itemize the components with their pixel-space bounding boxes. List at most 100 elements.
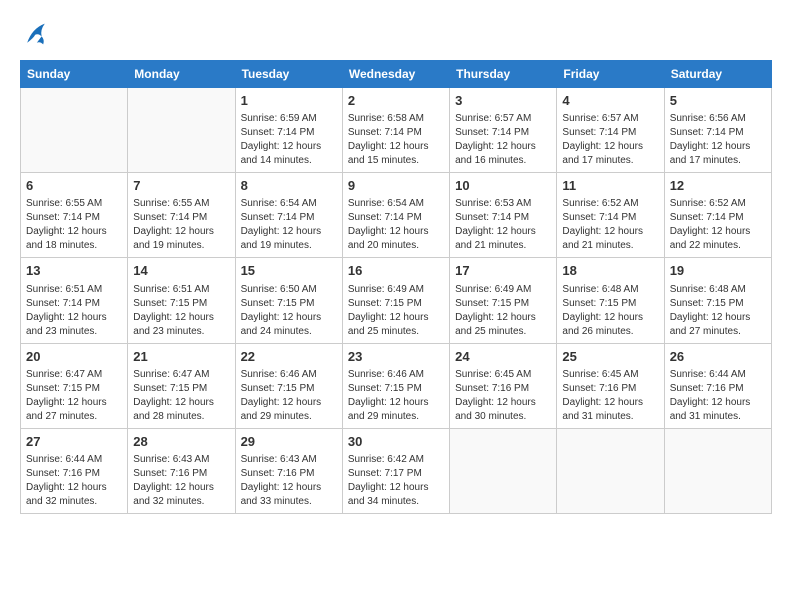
calendar-cell: 30Sunrise: 6:42 AMSunset: 7:17 PMDayligh… [342,428,449,513]
day-info: Sunrise: 6:48 AMSunset: 7:15 PMDaylight:… [670,283,766,339]
day-number: 13 [26,262,122,280]
day-info: Sunrise: 6:43 AMSunset: 7:16 PMDaylight:… [133,453,229,509]
weekday-header-friday: Friday [557,61,664,88]
day-info: Sunrise: 6:52 AMSunset: 7:14 PMDaylight:… [562,197,658,253]
calendar-cell [664,428,771,513]
day-info: Sunrise: 6:52 AMSunset: 7:14 PMDaylight:… [670,197,766,253]
calendar-cell: 18 Sunrise: 6:48 AMSunset: 7:15 PMDayligh… [557,258,664,343]
day-info: Sunrise: 6:59 AMSunset: 7:14 PMDaylight:… [241,112,337,168]
day-number: 21 [133,348,229,366]
day-info: Sunrise: 6:58 AMSunset: 7:14 PMDaylight:… [348,112,444,168]
day-info: Sunrise: 6:47 AMSunset: 7:15 PMDaylight:… [133,368,229,424]
day-number: 29 [241,433,337,451]
logo-bird-icon [24,20,48,48]
day-number: 1 [241,92,337,110]
weekday-header-saturday: Saturday [664,61,771,88]
calendar-cell: 5 Sunrise: 6:56 AMSunset: 7:14 PMDaylight… [664,88,771,173]
day-info: Sunrise: 6:53 AMSunset: 7:14 PMDaylight:… [455,197,551,253]
day-info: Sunrise: 6:49 AMSunset: 7:15 PMDaylight:… [455,283,551,339]
calendar-week-row: 20 Sunrise: 6:47 AMSunset: 7:15 PMDayligh… [21,343,772,428]
day-number: 20 [26,348,122,366]
day-number: 28 [133,433,229,451]
day-info: Sunrise: 6:47 AMSunset: 7:15 PMDaylight:… [26,368,122,424]
day-number: 3 [455,92,551,110]
day-info: Sunrise: 6:45 AMSunset: 7:16 PMDaylight:… [562,368,658,424]
day-number: 22 [241,348,337,366]
calendar-cell: 25Sunrise: 6:45 AMSunset: 7:16 PMDayligh… [557,343,664,428]
day-number: 17 [455,262,551,280]
calendar-cell: 9 Sunrise: 6:54 AMSunset: 7:14 PMDaylight… [342,173,449,258]
day-number: 2 [348,92,444,110]
calendar-cell: 20 Sunrise: 6:47 AMSunset: 7:15 PMDayligh… [21,343,128,428]
weekday-header-thursday: Thursday [450,61,557,88]
day-number: 26 [670,348,766,366]
calendar-cell: 23 Sunrise: 6:46 AMSunset: 7:15 PMDayligh… [342,343,449,428]
day-number: 15 [241,262,337,280]
day-number: 23 [348,348,444,366]
calendar-cell: 17 Sunrise: 6:49 AMSunset: 7:15 PMDayligh… [450,258,557,343]
calendar-cell: 4Sunrise: 6:57 AMSunset: 7:14 PMDaylight… [557,88,664,173]
day-info: Sunrise: 6:54 AMSunset: 7:14 PMDaylight:… [348,197,444,253]
day-number: 16 [348,262,444,280]
calendar-cell: 26 Sunrise: 6:44 AMSunset: 7:16 PMDayligh… [664,343,771,428]
calendar-cell [128,88,235,173]
calendar-week-row: 6 Sunrise: 6:55 AMSunset: 7:14 PMDaylight… [21,173,772,258]
day-number: 9 [348,177,444,195]
weekday-header-monday: Monday [128,61,235,88]
day-number: 6 [26,177,122,195]
day-number: 10 [455,177,551,195]
day-info: Sunrise: 6:51 AMSunset: 7:15 PMDaylight:… [133,283,229,339]
calendar-cell: 10 Sunrise: 6:53 AMSunset: 7:14 PMDayligh… [450,173,557,258]
weekday-header-sunday: Sunday [21,61,128,88]
page-header [20,20,772,48]
day-info: Sunrise: 6:45 AMSunset: 7:16 PMDaylight:… [455,368,551,424]
calendar-week-row: 27Sunrise: 6:44 AMSunset: 7:16 PMDayligh… [21,428,772,513]
day-info: Sunrise: 6:46 AMSunset: 7:15 PMDaylight:… [241,368,337,424]
calendar-cell: 7 Sunrise: 6:55 AMSunset: 7:14 PMDaylight… [128,173,235,258]
calendar-cell: 8 Sunrise: 6:54 AMSunset: 7:14 PMDaylight… [235,173,342,258]
weekday-header-tuesday: Tuesday [235,61,342,88]
calendar-cell: 13 Sunrise: 6:51 AMSunset: 7:14 PMDayligh… [21,258,128,343]
calendar-header-row: SundayMondayTuesdayWednesdayThursdayFrid… [21,61,772,88]
calendar-table: SundayMondayTuesdayWednesdayThursdayFrid… [20,60,772,514]
day-number: 7 [133,177,229,195]
calendar-cell: 1 Sunrise: 6:59 AMSunset: 7:14 PMDaylight… [235,88,342,173]
calendar-cell: 12 Sunrise: 6:52 AMSunset: 7:14 PMDayligh… [664,173,771,258]
day-number: 4 [562,92,658,110]
calendar-cell: 6Sunrise: 6:55 AMSunset: 7:14 PMDaylight… [21,173,128,258]
calendar-cell [557,428,664,513]
day-number: 12 [670,177,766,195]
calendar-cell: 24Sunrise: 6:45 AMSunset: 7:16 PMDayligh… [450,343,557,428]
calendar-cell: 16 Sunrise: 6:49 AMSunset: 7:15 PMDayligh… [342,258,449,343]
day-info: Sunrise: 6:48 AMSunset: 7:15 PMDaylight:… [562,283,658,339]
day-number: 30 [348,433,444,451]
calendar-cell [450,428,557,513]
weekday-header-wednesday: Wednesday [342,61,449,88]
calendar-cell [21,88,128,173]
calendar-cell: 11 Sunrise: 6:52 AMSunset: 7:14 PMDayligh… [557,173,664,258]
day-info: Sunrise: 6:44 AMSunset: 7:16 PMDaylight:… [670,368,766,424]
day-info: Sunrise: 6:56 AMSunset: 7:14 PMDaylight:… [670,112,766,168]
day-info: Sunrise: 6:46 AMSunset: 7:15 PMDaylight:… [348,368,444,424]
day-info: Sunrise: 6:49 AMSunset: 7:15 PMDaylight:… [348,283,444,339]
calendar-cell: 29Sunrise: 6:43 AMSunset: 7:16 PMDayligh… [235,428,342,513]
day-number: 11 [562,177,658,195]
calendar-cell: 14Sunrise: 6:51 AMSunset: 7:15 PMDayligh… [128,258,235,343]
day-info: Sunrise: 6:55 AMSunset: 7:14 PMDaylight:… [133,197,229,253]
calendar-cell: 3 Sunrise: 6:57 AMSunset: 7:14 PMDaylight… [450,88,557,173]
day-number: 18 [562,262,658,280]
day-info: Sunrise: 6:57 AMSunset: 7:14 PMDaylight:… [455,112,551,168]
calendar-cell: 2 Sunrise: 6:58 AMSunset: 7:14 PMDaylight… [342,88,449,173]
calendar-week-row: 13 Sunrise: 6:51 AMSunset: 7:14 PMDayligh… [21,258,772,343]
calendar-cell: 19 Sunrise: 6:48 AMSunset: 7:15 PMDayligh… [664,258,771,343]
calendar-cell: 21 Sunrise: 6:47 AMSunset: 7:15 PMDayligh… [128,343,235,428]
day-number: 5 [670,92,766,110]
day-info: Sunrise: 6:54 AMSunset: 7:14 PMDaylight:… [241,197,337,253]
calendar-cell: 28 Sunrise: 6:43 AMSunset: 7:16 PMDayligh… [128,428,235,513]
day-info: Sunrise: 6:51 AMSunset: 7:14 PMDaylight:… [26,283,122,339]
calendar-week-row: 1 Sunrise: 6:59 AMSunset: 7:14 PMDaylight… [21,88,772,173]
day-number: 27 [26,433,122,451]
day-number: 8 [241,177,337,195]
logo [20,20,48,48]
day-number: 19 [670,262,766,280]
